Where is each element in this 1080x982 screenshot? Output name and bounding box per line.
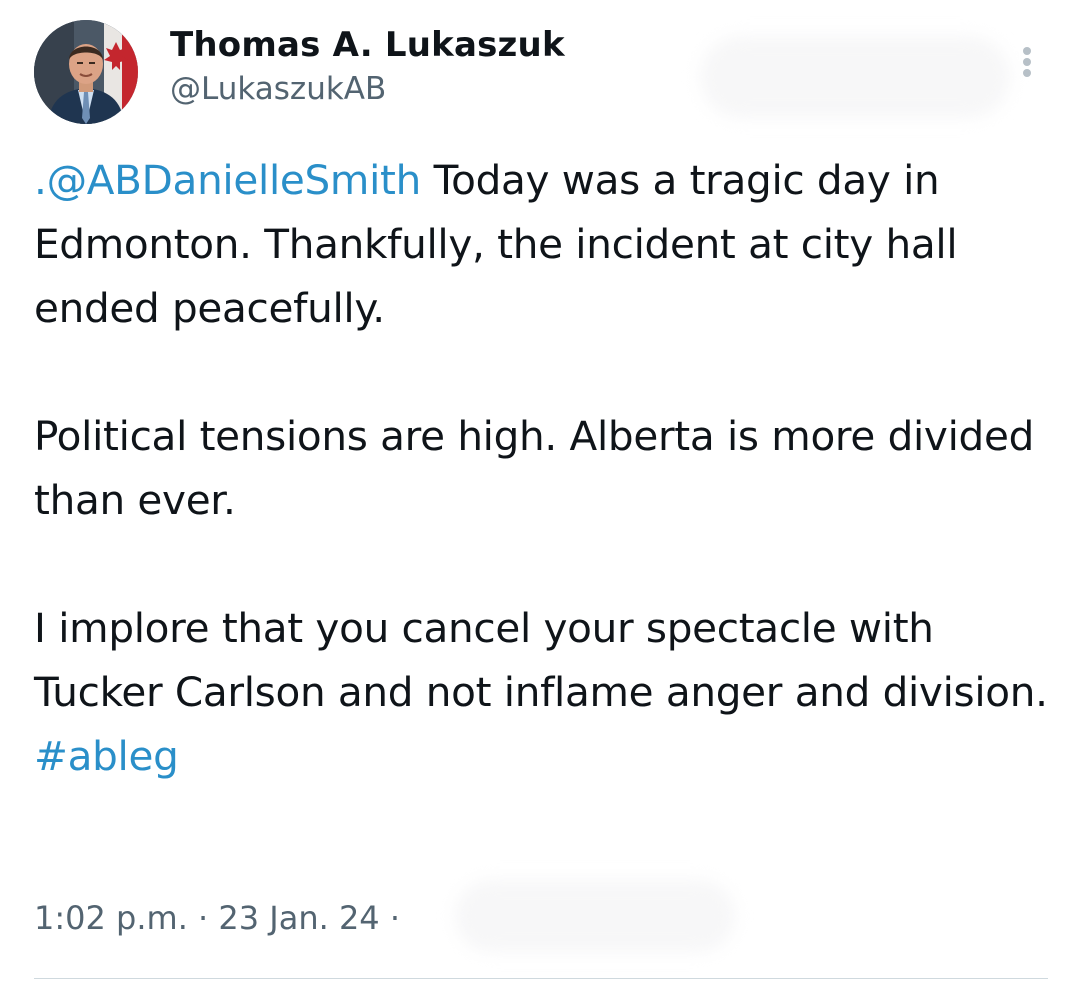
more-vertical-icon[interactable]: [1012, 44, 1042, 84]
tweet-date: 23 Jan. 24: [218, 899, 380, 937]
meta-separator: ·: [187, 899, 219, 937]
hashtag-link[interactable]: #ableg: [34, 732, 179, 780]
avatar-image: [34, 20, 138, 124]
meta-trailing-separator: ·: [379, 899, 400, 937]
divider: [34, 978, 1048, 979]
tweet-time: 1:02 p.m.: [34, 899, 188, 937]
tweet-paragraph-1: .@ABDanielleSmith Today was a tragic day…: [34, 148, 1054, 340]
tweet-paragraph-2: Political tensions are high. Alberta is …: [34, 412, 1034, 524]
redacted-region: [700, 36, 1010, 118]
author-handle[interactable]: @LukaszukAB: [170, 68, 565, 110]
tweet-paragraph-3-text: I implore that you cancel your spectacle…: [34, 604, 1048, 716]
redacted-region-views: [455, 880, 735, 952]
tweet-timestamp[interactable]: 1:02 p.m. · 23 Jan. 24 ·: [34, 895, 400, 941]
avatar[interactable]: [34, 20, 138, 124]
author-block[interactable]: Thomas A. Lukaszuk @LukaszukAB: [170, 24, 565, 110]
tweet: Thomas A. Lukaszuk @LukaszukAB .@ABDanie…: [0, 0, 1080, 982]
tweet-text: .@ABDanielleSmith Today was a tragic day…: [34, 148, 1054, 788]
tweet-paragraph-3: I implore that you cancel your spectacle…: [34, 596, 1054, 788]
mention-link[interactable]: .@ABDanielleSmith: [34, 156, 421, 204]
author-display-name[interactable]: Thomas A. Lukaszuk: [170, 24, 565, 66]
